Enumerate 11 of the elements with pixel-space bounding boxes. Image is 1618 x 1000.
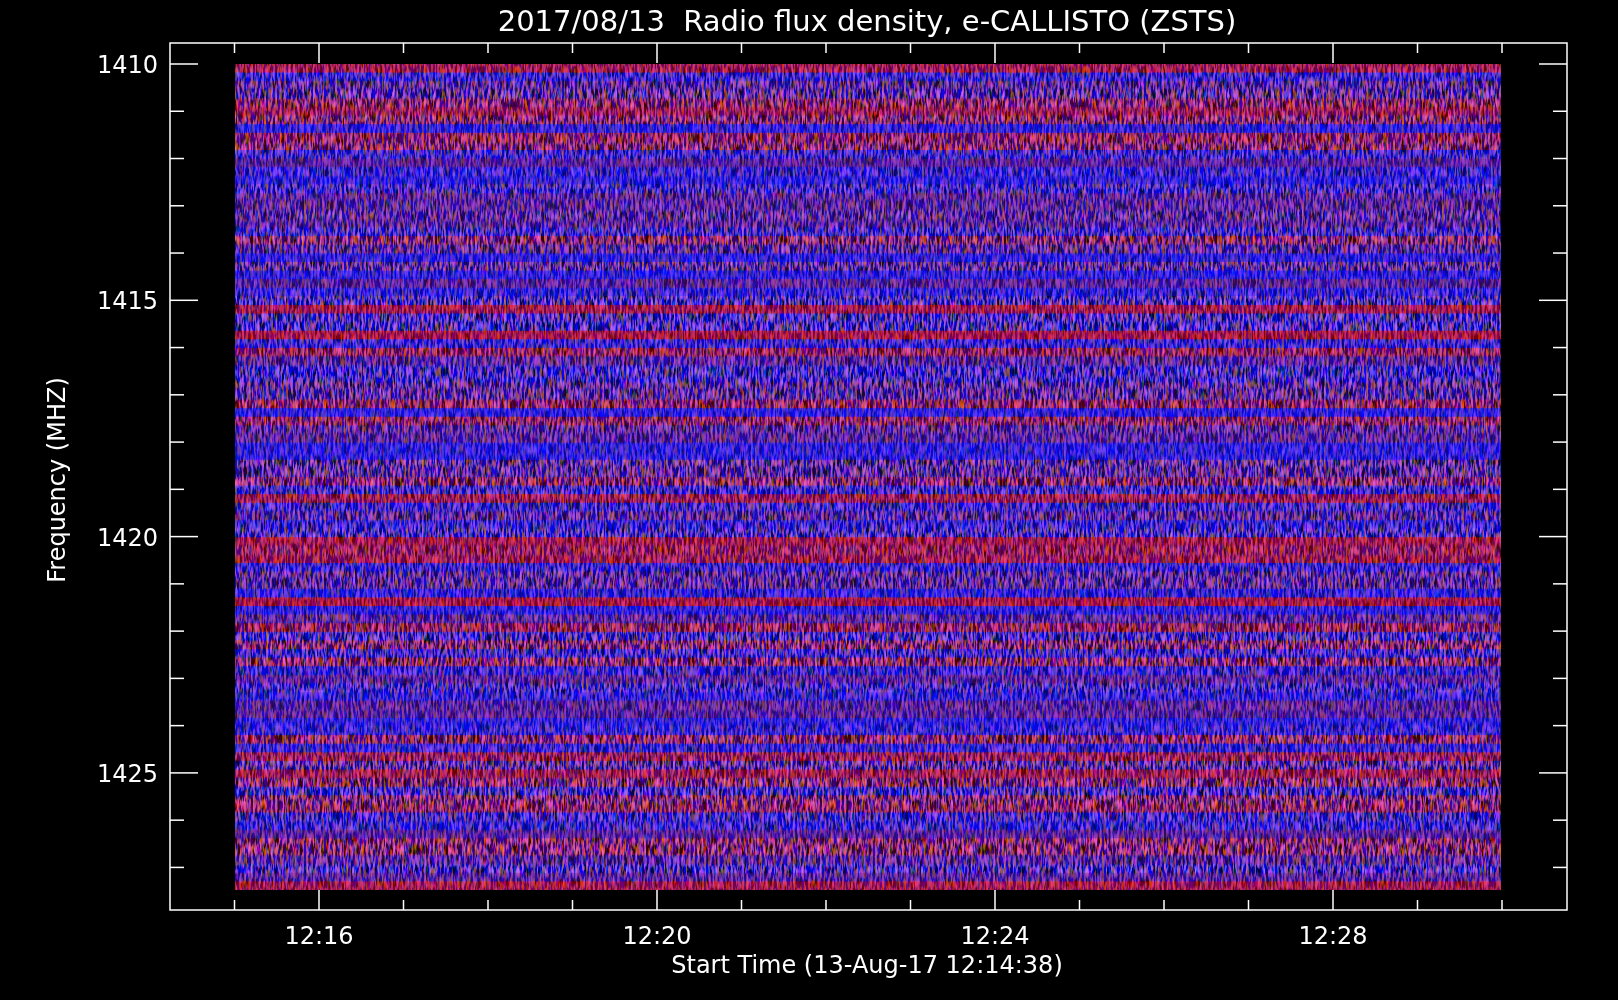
axis-label: Frequency (MHZ) [43,377,71,583]
tick-label: 12:28 [1298,922,1368,950]
tick-label: 1410 [96,51,158,79]
tick-label: 12:24 [960,922,1030,950]
tick-label: 1420 [96,523,158,552]
tick-label: 12:20 [622,922,692,950]
axis-label: Start Time (13-Aug-17 12:14:38) [671,951,1063,979]
tick-label: 1415 [96,287,158,316]
chart-title: 2017/08/13 Radio flux density, e-CALLISTO (ZSTS) [497,4,1237,38]
tick-label: 12:16 [284,922,354,950]
tick-label: 1425 [96,759,158,788]
